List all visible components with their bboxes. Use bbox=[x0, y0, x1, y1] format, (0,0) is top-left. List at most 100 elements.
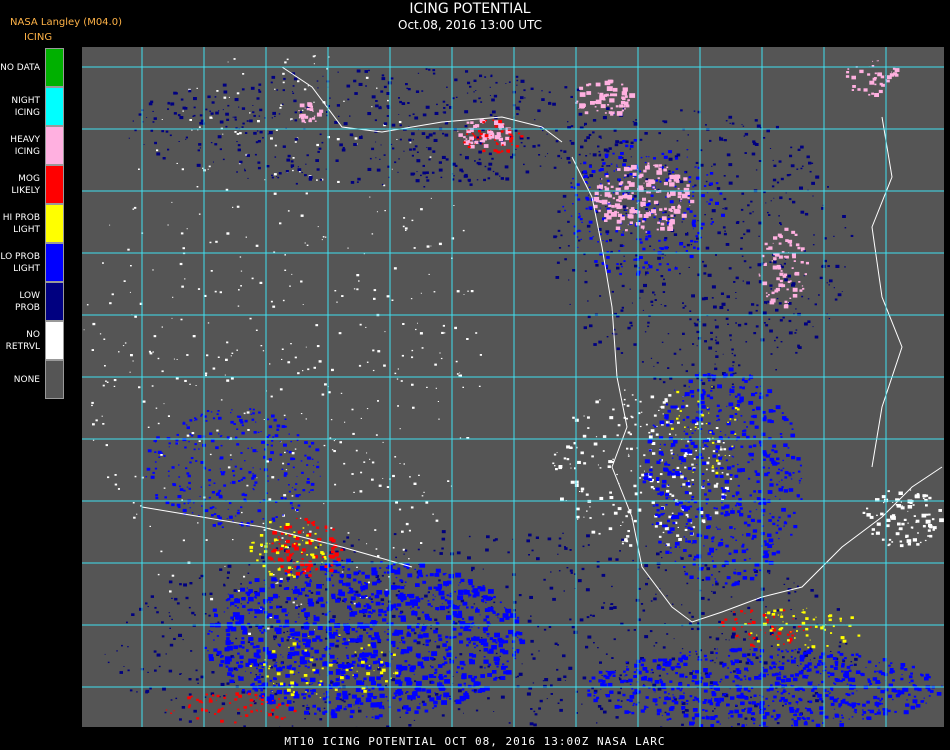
icing-pixel bbox=[656, 522, 660, 525]
icing-pixel bbox=[369, 596, 371, 598]
icing-pixel bbox=[267, 480, 269, 482]
icing-pixel bbox=[365, 603, 368, 605]
icing-pixel bbox=[672, 603, 674, 605]
icing-pixel bbox=[168, 612, 170, 614]
icing-pixel bbox=[356, 181, 359, 183]
icing-pixel bbox=[730, 714, 734, 718]
icing-pixel bbox=[321, 239, 323, 241]
icing-pixel bbox=[281, 348, 284, 350]
icing-pixel bbox=[711, 209, 716, 213]
icing-pixel bbox=[226, 657, 232, 662]
icing-pixel bbox=[282, 462, 285, 465]
icing-pixel bbox=[875, 680, 881, 684]
icing-pixel bbox=[683, 430, 686, 432]
icing-pixel bbox=[749, 212, 752, 215]
icing-pixel bbox=[210, 631, 213, 633]
icing-pixel bbox=[783, 489, 788, 493]
icing-pixel bbox=[252, 449, 257, 453]
icing-pixel bbox=[689, 672, 693, 675]
icing-pixel bbox=[275, 582, 277, 584]
icing-pixel bbox=[353, 593, 357, 596]
icing-pixel bbox=[555, 468, 558, 471]
icing-pixel bbox=[714, 319, 717, 321]
icing-pixel bbox=[569, 463, 571, 465]
icing-pixel bbox=[174, 597, 178, 601]
icing-pixel bbox=[177, 495, 182, 499]
icing-pixel bbox=[731, 383, 734, 386]
icing-pixel bbox=[769, 148, 772, 149]
icing-pixel bbox=[183, 489, 186, 492]
icing-pixel bbox=[262, 137, 264, 139]
icing-pixel bbox=[530, 708, 533, 710]
icing-pixel bbox=[733, 281, 736, 283]
icing-pixel bbox=[232, 116, 234, 118]
icing-pixel bbox=[701, 405, 706, 409]
icing-pixel bbox=[220, 682, 225, 686]
icing-pixel bbox=[414, 568, 416, 570]
icing-pixel bbox=[762, 466, 766, 469]
legend-item-night-icing: NIGHT ICING bbox=[0, 87, 66, 126]
icing-pixel bbox=[282, 81, 285, 84]
icing-pixel bbox=[176, 602, 180, 605]
icing-pixel bbox=[273, 173, 277, 176]
icing-pixel bbox=[468, 658, 473, 662]
icing-pixel bbox=[924, 539, 927, 542]
icing-pixel bbox=[477, 627, 480, 629]
icing-pixel bbox=[611, 657, 614, 659]
icing-pixel bbox=[241, 88, 245, 91]
icing-pixel bbox=[721, 564, 725, 568]
icing-pixel bbox=[228, 502, 232, 505]
icing-pixel bbox=[281, 468, 284, 470]
icing-pixel bbox=[433, 138, 438, 142]
icing-pixel bbox=[714, 648, 716, 650]
icing-pixel bbox=[412, 611, 418, 616]
icing-pixel bbox=[723, 373, 728, 377]
icing-pixel bbox=[326, 626, 332, 632]
icing-pixel bbox=[737, 400, 742, 404]
icing-pixel bbox=[199, 147, 201, 149]
icing-pixel bbox=[246, 587, 248, 589]
icing-pixel bbox=[240, 285, 242, 287]
icing-pixel bbox=[687, 684, 690, 687]
icing-pixel bbox=[766, 472, 768, 473]
icing-pixel bbox=[420, 574, 424, 578]
icing-pixel bbox=[353, 491, 355, 493]
icing-pixel bbox=[438, 579, 441, 582]
icing-pixel bbox=[147, 449, 152, 453]
icing-pixel bbox=[240, 270, 243, 272]
icing-pixel bbox=[910, 679, 914, 683]
icing-pixel bbox=[195, 669, 198, 672]
icing-pixel bbox=[673, 499, 675, 501]
icing-pixel bbox=[240, 640, 245, 645]
icing-pixel bbox=[537, 625, 540, 628]
icing-pixel bbox=[455, 572, 462, 578]
icing-pixel bbox=[664, 211, 667, 214]
icing-pixel bbox=[308, 445, 311, 448]
icing-pixel bbox=[311, 441, 315, 445]
icing-pixel bbox=[927, 529, 931, 532]
icing-pixel bbox=[747, 523, 751, 527]
icing-pixel bbox=[240, 506, 243, 509]
legend-item-none: NONE bbox=[0, 360, 66, 399]
icing-pixel bbox=[748, 311, 753, 315]
icing-pixel bbox=[711, 590, 713, 592]
icing-pixel bbox=[314, 55, 316, 57]
icing-pixel bbox=[394, 615, 396, 617]
icing-pixel bbox=[583, 462, 587, 465]
icing-pixel bbox=[408, 558, 410, 560]
icing-pixel bbox=[403, 553, 405, 555]
icing-pixel bbox=[609, 239, 613, 242]
icing-pixel bbox=[360, 681, 365, 685]
icing-pixel bbox=[715, 341, 720, 345]
icing-pixel bbox=[492, 170, 495, 173]
icing-pixel bbox=[438, 590, 445, 596]
icing-pixel bbox=[178, 633, 182, 637]
icing-pixel bbox=[301, 678, 306, 682]
icing-pixel bbox=[214, 143, 218, 146]
icing-pixel bbox=[644, 189, 646, 191]
map-canvas bbox=[82, 47, 944, 727]
icing-pixel bbox=[284, 619, 289, 623]
icing-pixel bbox=[711, 469, 715, 472]
icing-pixel bbox=[324, 613, 328, 616]
icing-pixel bbox=[240, 660, 244, 664]
